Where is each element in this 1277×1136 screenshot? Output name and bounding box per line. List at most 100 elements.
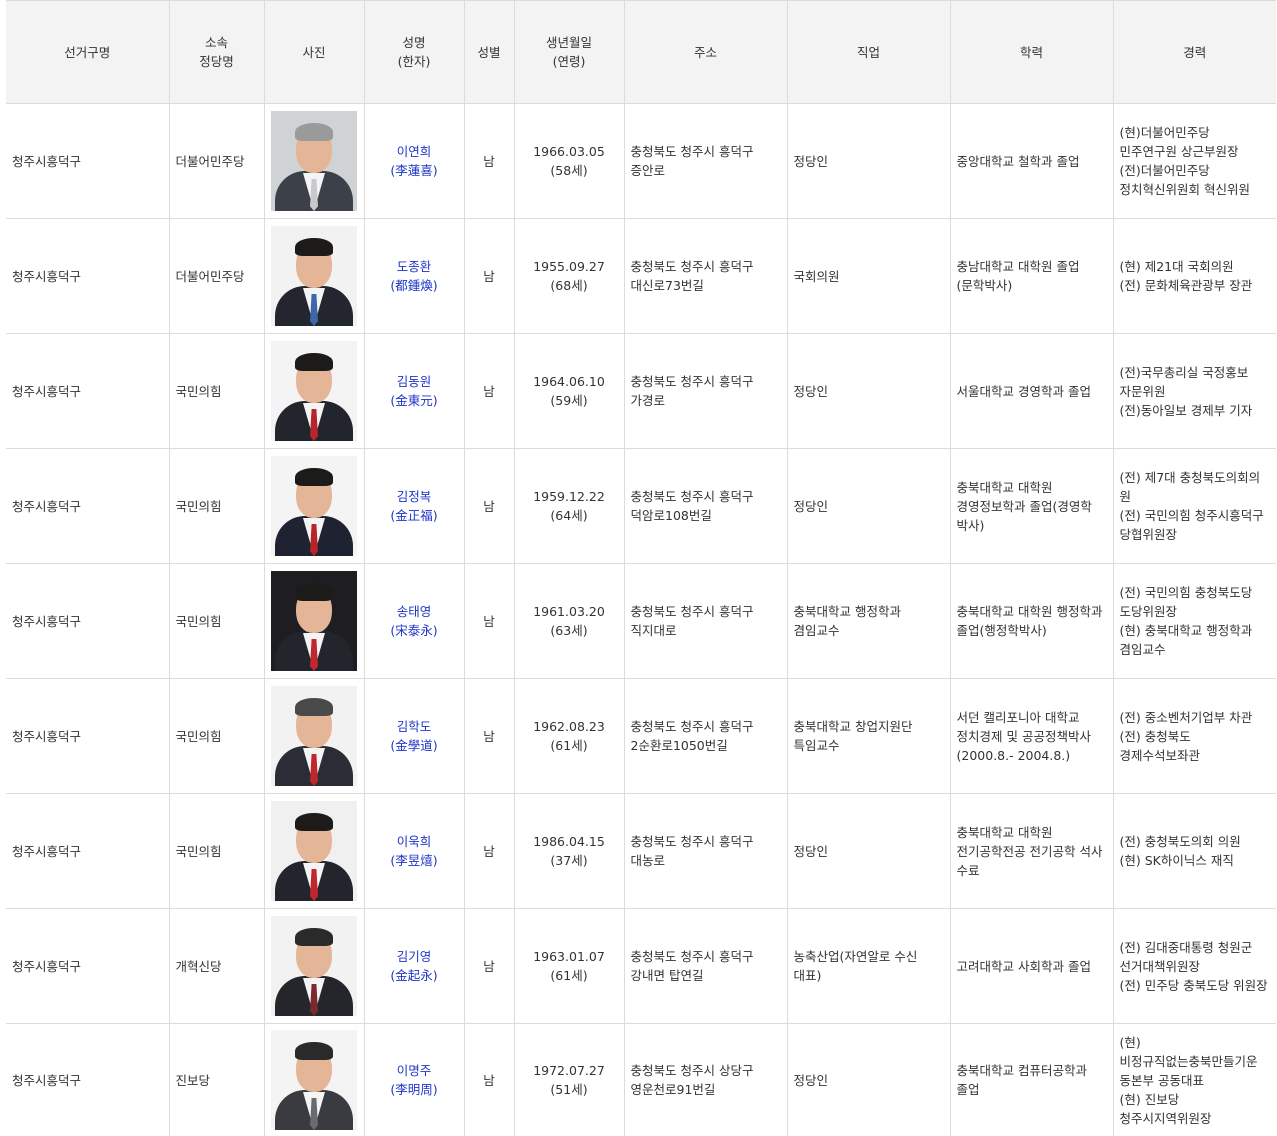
photo-cell: [264, 104, 364, 219]
career-cell: (현) 제21대 국회의원 (전) 문화체육관광부 장관: [1113, 219, 1276, 334]
birth-date: 1966.03.05: [515, 142, 624, 161]
candidate-hanja-link[interactable]: (金東元): [365, 391, 464, 410]
table-row: 청주시흥덕구국민의힘김정복(金正福)남1959.12.22(64세)충청북도 청…: [6, 449, 1276, 564]
table-header-row: 선거구명소속정당명사진성명(한자)성별생년월일(연령)주소직업학력경력: [6, 1, 1276, 104]
district-cell: 청주시흥덕구: [6, 679, 169, 794]
header-address: 주소: [624, 1, 787, 104]
career-cell: (현) 비정규직없는충북만들기운 동본부 공동대표 (현) 진보당 청주시지역위…: [1113, 1024, 1276, 1136]
age: (51세): [515, 1080, 624, 1099]
party-cell: 진보당: [169, 1024, 264, 1136]
name-cell[interactable]: 김정복(金正福): [364, 449, 464, 564]
job-cell: 농축산업(자연알로 수신 대표): [787, 909, 950, 1024]
candidate-hanja-link[interactable]: (李蓮喜): [365, 161, 464, 180]
birth-cell: 1986.04.15(37세): [514, 794, 624, 909]
career-cell: (전) 중소벤처기업부 차관 (전) 충청북도 경제수석보좌관: [1113, 679, 1276, 794]
candidate-photo: [271, 686, 357, 786]
table-row: 청주시흥덕구더불어민주당이연희(李蓮喜)남1966.03.05(58세)충청북도…: [6, 104, 1276, 219]
education-cell: 고려대학교 사회학과 졸업: [950, 909, 1113, 1024]
candidate-photo: [271, 801, 357, 901]
table-row: 청주시흥덕구국민의힘송태영(宋泰永)남1961.03.20(63세)충청북도 청…: [6, 564, 1276, 679]
photo-cell: [264, 564, 364, 679]
birth-cell: 1963.01.07(61세): [514, 909, 624, 1024]
party-cell: 더불어민주당: [169, 104, 264, 219]
header-party: 소속정당명: [169, 1, 264, 104]
name-cell[interactable]: 김학도(金學道): [364, 679, 464, 794]
education-cell: 서울대학교 경영학과 졸업: [950, 334, 1113, 449]
header-gender: 성별: [464, 1, 514, 104]
header-label: 주소: [625, 43, 787, 62]
party-cell: 국민의힘: [169, 564, 264, 679]
district-cell: 청주시흥덕구: [6, 794, 169, 909]
candidate-photo: [271, 916, 357, 1016]
education-cell: 충북대학교 컴퓨터공학과 졸업: [950, 1024, 1113, 1136]
name-cell[interactable]: 송태영(宋泰永): [364, 564, 464, 679]
birth-date: 1959.12.22: [515, 487, 624, 506]
photo-cell: [264, 1024, 364, 1136]
candidate-name-link[interactable]: 이욱희: [365, 832, 464, 851]
education-cell: 충북대학교 대학원 경영정보학과 졸업(경영학 박사): [950, 449, 1113, 564]
header-label: 경력: [1114, 43, 1277, 62]
candidate-hanja-link[interactable]: (金正福): [365, 506, 464, 525]
candidate-hanja-link[interactable]: (李明周): [365, 1080, 464, 1099]
table-row: 청주시흥덕구진보당이명주(李明周)남1972.07.27(51세)충청북도 청주…: [6, 1024, 1276, 1136]
table-row: 청주시흥덕구국민의힘이욱희(李昱熺)남1986.04.15(37세)충청북도 청…: [6, 794, 1276, 909]
job-cell: 충북대학교 창업지원단 특임교수: [787, 679, 950, 794]
candidate-name-link[interactable]: 이명주: [365, 1061, 464, 1080]
career-cell: (전) 제7대 충청북도의회의원 (전) 국민의힘 청주시흥덕구 당협위원장: [1113, 449, 1276, 564]
career-cell: (전)국무총리실 국정홍보 자문위원 (전)동아일보 경제부 기자: [1113, 334, 1276, 449]
party-cell: 개혁신당: [169, 909, 264, 1024]
name-cell[interactable]: 이욱희(李昱熺): [364, 794, 464, 909]
candidate-hanja-link[interactable]: (都鍾煥): [365, 276, 464, 295]
age: (61세): [515, 966, 624, 985]
candidate-hanja-link[interactable]: (金學道): [365, 736, 464, 755]
name-cell[interactable]: 김기영(金起永): [364, 909, 464, 1024]
header-photo: 사진: [264, 1, 364, 104]
birth-date: 1962.08.23: [515, 717, 624, 736]
address-cell: 충청북도 청주시 상당구 영운천로91번길: [624, 1024, 787, 1136]
age: (59세): [515, 391, 624, 410]
birth-cell: 1966.03.05(58세): [514, 104, 624, 219]
gender-cell: 남: [464, 679, 514, 794]
candidate-hanja-link[interactable]: (李昱熺): [365, 851, 464, 870]
birth-date: 1961.03.20: [515, 602, 624, 621]
age: (58세): [515, 161, 624, 180]
name-cell[interactable]: 이명주(李明周): [364, 1024, 464, 1136]
education-cell: 충남대학교 대학원 졸업 (문학박사): [950, 219, 1113, 334]
address-cell: 충청북도 청주시 흥덕구 2순환로1050번길: [624, 679, 787, 794]
district-cell: 청주시흥덕구: [6, 564, 169, 679]
education-cell: 서던 캘리포니아 대학교 정치경제 및 공공정책박사 (2000.8.- 200…: [950, 679, 1113, 794]
age: (64세): [515, 506, 624, 525]
name-cell[interactable]: 도종환(都鍾煥): [364, 219, 464, 334]
candidate-name-link[interactable]: 이연희: [365, 142, 464, 161]
candidate-hanja-link[interactable]: (金起永): [365, 966, 464, 985]
photo-cell: [264, 794, 364, 909]
candidate-name-link[interactable]: 김기영: [365, 947, 464, 966]
party-cell: 국민의힘: [169, 334, 264, 449]
candidate-photo: [271, 571, 357, 671]
header-label: 사진: [265, 43, 364, 62]
gender-cell: 남: [464, 334, 514, 449]
district-cell: 청주시흥덕구: [6, 334, 169, 449]
table-row: 청주시흥덕구개혁신당김기영(金起永)남1963.01.07(61세)충청북도 청…: [6, 909, 1276, 1024]
candidate-hanja-link[interactable]: (宋泰永): [365, 621, 464, 640]
candidate-name-link[interactable]: 김학도: [365, 717, 464, 736]
candidate-name-link[interactable]: 송태영: [365, 602, 464, 621]
candidate-table: 선거구명소속정당명사진성명(한자)성별생년월일(연령)주소직업학력경력 청주시흥…: [6, 0, 1276, 1136]
birth-cell: 1959.12.22(64세): [514, 449, 624, 564]
birth-cell: 1961.03.20(63세): [514, 564, 624, 679]
name-cell[interactable]: 김동원(金東元): [364, 334, 464, 449]
gender-cell: 남: [464, 909, 514, 1024]
candidate-name-link[interactable]: 김정복: [365, 487, 464, 506]
candidate-name-link[interactable]: 도종환: [365, 257, 464, 276]
gender-cell: 남: [464, 1024, 514, 1136]
address-cell: 충청북도 청주시 흥덕구 강내면 탑연길: [624, 909, 787, 1024]
job-cell: 정당인: [787, 794, 950, 909]
job-cell: 정당인: [787, 334, 950, 449]
career-cell: (전) 김대중대통령 청원군 선거대책위원장 (전) 민주당 충북도당 위원장: [1113, 909, 1276, 1024]
header-name: 성명(한자): [364, 1, 464, 104]
career-cell: (전) 충청북도의회 의원 (현) SK하이닉스 재직: [1113, 794, 1276, 909]
name-cell[interactable]: 이연희(李蓮喜): [364, 104, 464, 219]
candidate-name-link[interactable]: 김동원: [365, 372, 464, 391]
job-cell: 정당인: [787, 449, 950, 564]
district-cell: 청주시흥덕구: [6, 449, 169, 564]
